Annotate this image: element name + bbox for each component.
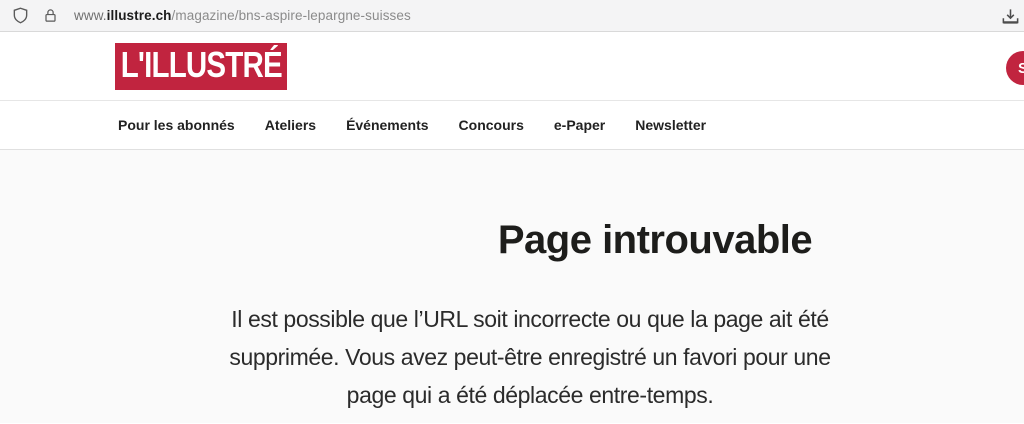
shield-icon[interactable] [8,4,32,28]
error-page-content: Page introuvable Il est possible que l’U… [0,150,1024,423]
site-logo[interactable]: L'ILLUSTRÉ [115,43,287,90]
main-navigation: Pour les abonnés Ateliers Événements Con… [0,100,1024,150]
url-path: /magazine/bns-aspire-lepargne-suisses [172,8,411,23]
page-title: Page introuvable [0,216,1024,264]
url-field[interactable]: www.illustre.ch/magazine/bns-aspire-lepa… [74,8,411,23]
nav-item-concours[interactable]: Concours [459,117,524,133]
nav-item-evenements[interactable]: Événements [346,117,428,133]
error-message-line: Il est possible que l’URL soit incorrect… [231,300,828,338]
lock-icon[interactable] [38,4,62,28]
url-prefix: www. [74,8,107,23]
site-header: L'ILLUSTRÉ S [0,32,1024,100]
site-logo-text: L'ILLUSTRÉ [120,47,281,86]
browser-address-bar[interactable]: www.illustre.ch/magazine/bns-aspire-lepa… [0,0,1024,32]
error-message: Il est possible que l’URL soit incorrect… [0,300,1024,414]
url-domain: illustre.ch [107,8,172,23]
subscribe-button-label: S [1018,60,1024,77]
nav-item-newsletter[interactable]: Newsletter [635,117,706,133]
error-message-line: supprimée. Vous avez peut-être enregistr… [229,338,830,376]
nav-item-ateliers[interactable]: Ateliers [265,117,316,133]
nav-item-epaper[interactable]: e-Paper [554,117,605,133]
subscribe-button[interactable]: S [1006,51,1024,85]
error-message-line: page qui a été déplacée entre-temps. [347,376,714,414]
downloads-icon[interactable] [998,4,1022,28]
nav-item-pour-les-abonnes[interactable]: Pour les abonnés [118,117,235,133]
